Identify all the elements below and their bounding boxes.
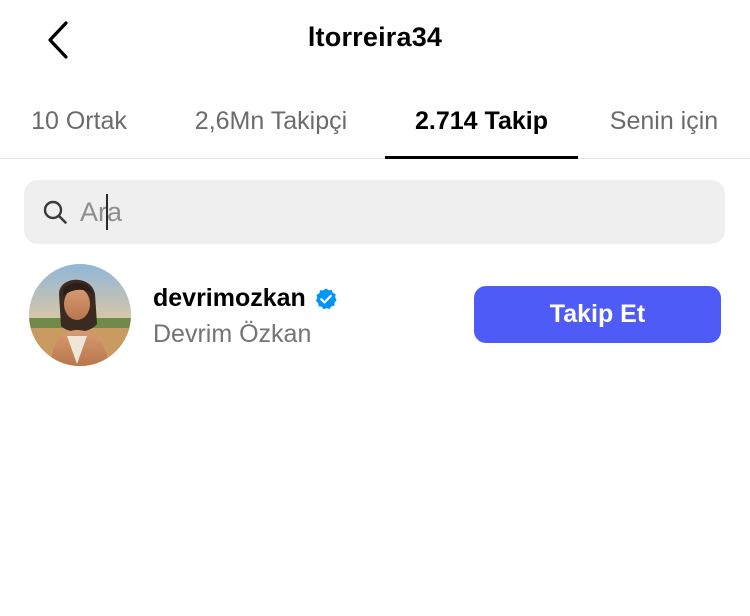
text-caret [106,194,108,230]
tab-following[interactable]: 2.714 Takip [385,84,578,158]
follow-button[interactable]: Takip Et [474,286,721,343]
search-bar[interactable] [24,180,725,244]
tab-mutual[interactable]: 10 Ortak [22,84,136,158]
full-name: Devrim Özkan [153,320,312,348]
search-input[interactable] [80,192,680,232]
tab-followers[interactable]: 2,6Mn Takipçi [183,84,359,158]
top-bar: ltorreira34 [0,0,750,84]
page-title: ltorreira34 [307,22,443,52]
verified-badge-icon [315,288,337,309]
search-icon [42,199,68,225]
tab-bar: 10 Ortak 2,6Mn Takipçi 2.714 Takip Senin… [0,84,750,159]
active-tab-indicator [385,156,578,159]
username[interactable]: devrimozkan [153,284,306,313]
username-line: devrimozkan [153,284,338,313]
list-item[interactable]: devrimozkan Devrim Özkan Takip Et [0,262,750,368]
tab-for-you[interactable]: Senin için [600,84,728,158]
avatar[interactable] [29,264,131,366]
